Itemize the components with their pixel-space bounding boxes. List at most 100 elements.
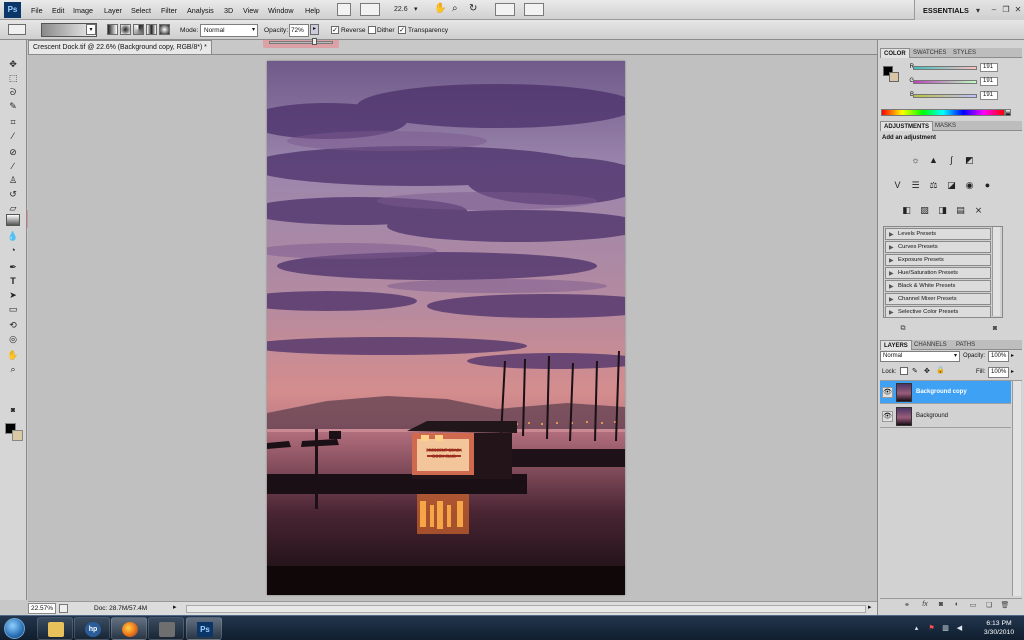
zoom-icon[interactable]: ⌕ [452,3,458,15]
tab-channels[interactable]: CHANNELS [911,340,950,350]
restore-icon[interactable]: ❐ [1001,5,1011,15]
gradient-icon[interactable] [6,214,20,226]
view-extras-icon[interactable] [360,3,380,16]
rotate-view-icon[interactable]: ↻ [469,3,477,15]
dither-checkbox[interactable] [368,26,376,34]
lasso-icon[interactable]: ᘐ [6,86,20,98]
lock-all-icon[interactable]: 🔒 [936,366,945,374]
network-icon[interactable]: ▥ [941,624,950,633]
red-slider[interactable] [913,66,977,70]
tab-layers[interactable]: LAYERS [880,340,912,350]
new-group-icon[interactable]: ▭ [968,601,978,611]
preset-curves[interactable]: ▶ Curves Presets [885,241,991,253]
photoshop-logo[interactable]: Ps [4,2,21,18]
vibrance-icon[interactable]: V [891,179,904,192]
horizontal-scrollbar[interactable] [186,605,866,613]
chevron-right-icon[interactable]: ▸ [1011,352,1014,359]
preset-hue-saturation[interactable]: ▶ Hue/Saturation Presets [885,267,991,279]
document-tab[interactable]: Crescent Dock.tif @ 22.6% (Background co… [28,40,212,54]
color-balance-icon[interactable]: ⚖ [927,179,940,192]
taskbar-firefox[interactable] [111,617,147,640]
posterize-icon[interactable]: ▨ [918,204,931,217]
blue-value-input[interactable]: 191 [980,91,998,100]
mode-select[interactable]: Normal ▾ [200,24,258,37]
stamp-icon[interactable]: ♙ [6,174,20,186]
tab-adjustments[interactable]: ADJUSTMENTS [880,121,934,131]
chevron-down-icon[interactable]: ▾ [973,6,983,16]
type-icon[interactable]: T [6,275,20,287]
opacity-slider-toggle[interactable]: ▸ [310,24,319,35]
zoom-level-display[interactable]: 22.6 [394,6,408,18]
crop-icon[interactable]: ⌗ [6,116,20,128]
fill-input[interactable]: 100% [988,367,1009,378]
tray-arrow-icon[interactable]: ▴ [912,624,921,633]
new-layer-icon[interactable]: ❏ [984,601,994,611]
menu-filter[interactable]: Filter [161,6,177,15]
angle-gradient-icon[interactable] [133,24,144,35]
eraser-icon[interactable]: ▱ [6,202,20,214]
3d-orbit-icon[interactable]: ◎ [6,333,20,345]
opacity-slider-thumb[interactable] [312,38,317,45]
document-canvas-photo[interactable]: CRESCENT BEACH DOCK CLUB [267,61,625,595]
menu-view[interactable]: View [243,6,258,15]
eyedropper-icon[interactable]: ⁄ [6,130,20,142]
menu-edit[interactable]: Edit [52,6,64,15]
blend-mode-select[interactable]: Normal ▾ [880,351,960,362]
preset-channel-mixer[interactable]: ▶ Channel Mixer Presets [885,293,991,305]
invert-icon[interactable]: ◧ [900,204,913,217]
green-slider[interactable] [913,80,977,84]
selective-color-icon[interactable]: ⨯ [972,204,985,217]
tray-clock[interactable]: 6:13 PM 3/30/2010 [979,619,1019,637]
levels-icon[interactable]: ▲ [927,154,940,167]
chevron-right-icon[interactable]: ▸ [173,603,181,613]
taskbar-photoshop[interactable]: Ps [186,617,222,640]
tool-preset-picker[interactable] [8,24,26,35]
green-value-input[interactable]: 191 [980,77,998,86]
zoom-field[interactable]: 22.57% [28,603,56,614]
clip-to-layer-icon[interactable]: ⧉ [898,325,908,335]
expanded-view-icon[interactable]: ◙ [990,325,1000,335]
reflected-gradient-icon[interactable] [146,24,157,35]
adjustment-layer-icon[interactable]: ◐ [952,601,962,611]
photo-filter-icon[interactable]: ◉ [963,179,976,192]
visibility-eye-icon[interactable]: 👁 [882,411,893,422]
blur-icon[interactable]: 💧 [6,230,20,242]
tab-styles[interactable]: STYLES [950,48,979,58]
launch-bridge-icon[interactable] [337,3,351,16]
tab-masks[interactable]: MASKS [932,121,959,131]
reverse-checkbox[interactable]: ✓ [331,26,339,34]
shape-icon[interactable]: ▭ [6,303,20,315]
chevron-down-icon[interactable]: ▾ [414,5,418,17]
diamond-gradient-icon[interactable] [159,24,170,35]
layer-row-background-copy[interactable]: 👁 Background copy [880,381,1011,404]
layer-opacity-input[interactable]: 100% [988,351,1009,362]
minimize-icon[interactable]: – [989,5,999,15]
action-center-icon[interactable]: ⚑ [927,624,936,633]
gradient-map-icon[interactable]: ▤ [954,204,967,217]
preset-levels[interactable]: ▶ Levels Presets [885,228,991,240]
start-button[interactable] [4,618,25,639]
linear-gradient-icon[interactable] [107,24,118,35]
menu-help[interactable]: Help [305,6,320,15]
3d-rotate-icon[interactable]: ⟲ [6,319,20,331]
marquee-icon[interactable]: ⬚ [6,72,20,84]
tab-swatches[interactable]: SWATCHES [910,48,949,58]
preset-selective-color[interactable]: ▶ Selective Color Presets [885,306,991,318]
workspace-switcher[interactable]: ESSENTIALS ▾ – ❐ ✕ [914,0,1024,20]
tab-color[interactable]: COLOR [880,48,910,58]
menu-window[interactable]: Window [268,6,294,15]
taskbar-explorer[interactable] [37,617,73,640]
layers-scrollbar[interactable] [1012,381,1021,596]
chevron-right-icon[interactable]: ▸ [1011,368,1014,375]
black-white-icon[interactable]: ◪ [945,179,958,192]
preset-black-white[interactable]: ▶ Black & White Presets [885,280,991,292]
quick-select-icon[interactable]: ✎ [6,100,20,112]
tab-paths[interactable]: PATHS [953,340,978,350]
curves-icon[interactable]: ∫ [945,154,958,167]
exposure-icon[interactable]: ◩ [963,154,976,167]
menu-analysis[interactable]: Analysis [187,6,214,15]
opacity-input[interactable]: 72% [289,24,309,37]
taskbar-hp[interactable]: hp [74,617,110,640]
layer-row-background[interactable]: 👁 Background [880,405,1011,428]
brightness-icon[interactable]: ☼ [909,154,922,167]
